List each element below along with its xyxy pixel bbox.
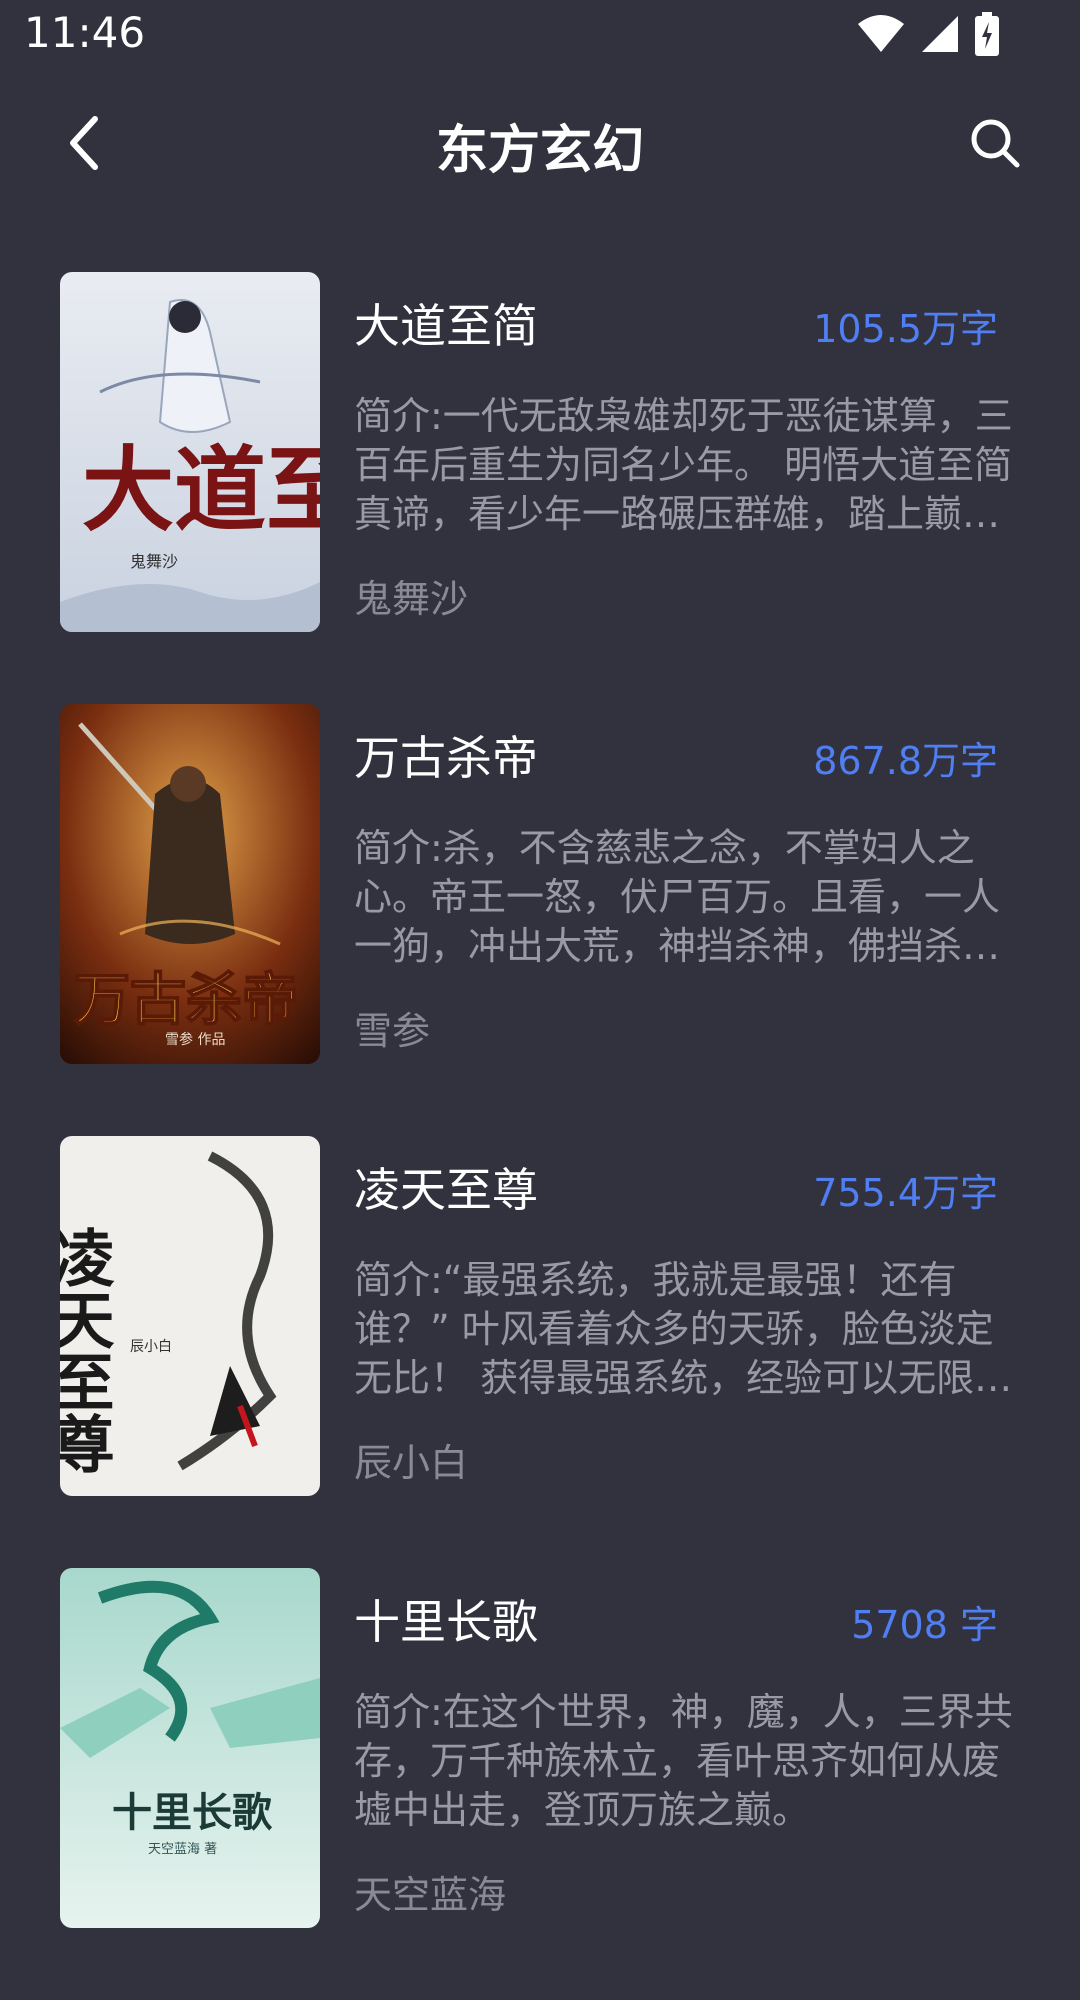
- cover-author-text: 天空蓝海 著: [148, 1842, 217, 1857]
- status-bar: 11:46: [0, 0, 1080, 70]
- book-author: 鬼舞沙: [354, 577, 469, 621]
- battery-icon: [974, 12, 1000, 60]
- book-title: 万古杀帝: [354, 731, 538, 785]
- book-cover[interactable]: 万古杀帝 雪参 作品: [60, 704, 320, 1064]
- book-title: 凌天至尊: [354, 1163, 538, 1217]
- book-item[interactable]: 凌天至尊 辰小白 凌天至尊 755.4万字 简介:“最强系统，我就是最强！还有谁…: [0, 1136, 1080, 1568]
- book-intro: 简介:杀，不含慈悲之念，不掌妇人之心。帝王一怒，伏尸百万。且看，一人一狗，冲出大…: [354, 826, 1001, 968]
- book-author: 辰小白: [354, 1441, 469, 1485]
- book-item[interactable]: 万古杀帝 雪参 作品 万古杀帝 867.8万字 简介:杀，不含慈悲之念，不掌妇人…: [0, 704, 1080, 1136]
- search-button[interactable]: [960, 110, 1030, 180]
- book-title: 大道至简: [354, 299, 538, 353]
- status-icons: [856, 12, 1000, 60]
- cover-title-text: 大道至简: [82, 436, 320, 544]
- book-author: 天空蓝海: [354, 1873, 507, 1917]
- book-word-count: 5708 字: [851, 1603, 998, 1647]
- book-title: 十里长歌: [354, 1595, 538, 1649]
- page-title: 东方玄幻: [435, 121, 644, 181]
- book-word-count: 867.8万字: [813, 739, 998, 783]
- book-item[interactable]: 大道至简 鬼舞沙 大道至简 105.5万字 简介:一代无敌枭雄却死于恶徒谋算，三…: [0, 272, 1080, 704]
- book-word-count: 755.4万字: [813, 1171, 998, 1215]
- cover-author-text: 鬼舞沙: [130, 552, 178, 571]
- book-word-count: 105.5万字: [813, 307, 998, 351]
- book-author: 雪参: [354, 1009, 431, 1053]
- cover-title-text: 十里长歌: [112, 1789, 273, 1836]
- cover-title-text: 凌天至尊: [60, 1226, 115, 1474]
- book-intro: 简介:一代无敌枭雄却死于恶徒谋算，三百年后重生为同名少年。 明悟大道至简真谛，看…: [354, 394, 1013, 536]
- cover-author-text: 辰小白: [130, 1339, 172, 1355]
- wifi-icon: [856, 14, 906, 58]
- status-time: 11:46: [24, 8, 146, 57]
- book-cover[interactable]: 十里长歌 天空蓝海 著: [60, 1568, 320, 1928]
- book-cover[interactable]: 凌天至尊 辰小白: [60, 1136, 320, 1496]
- book-list: 大道至简 鬼舞沙 大道至简 105.5万字 简介:一代无敌枭雄却死于恶徒谋算，三…: [0, 272, 1080, 2000]
- book-item[interactable]: 十里长歌 天空蓝海 著 十里长歌 5708 字 简介:在这个世界，神，魔，人，三…: [0, 1568, 1080, 2000]
- book-intro: 简介:在这个世界，神，魔，人，三界共存，万千种族林立，看叶思齐如何从废墟中出走，…: [354, 1690, 1013, 1832]
- cover-author-text: 雪参 作品: [165, 1031, 225, 1048]
- book-cover[interactable]: 大道至简 鬼舞沙: [60, 272, 320, 632]
- book-intro: 简介:“最强系统，我就是最强！还有谁？” 叶风看着众多的天骄，脸色淡定无比！ 获…: [354, 1258, 1013, 1400]
- app-header: 东方玄幻: [0, 70, 1080, 220]
- cover-title-text: 万古杀帝: [74, 967, 298, 1033]
- search-icon: [969, 117, 1021, 173]
- signal-icon: [920, 14, 960, 58]
